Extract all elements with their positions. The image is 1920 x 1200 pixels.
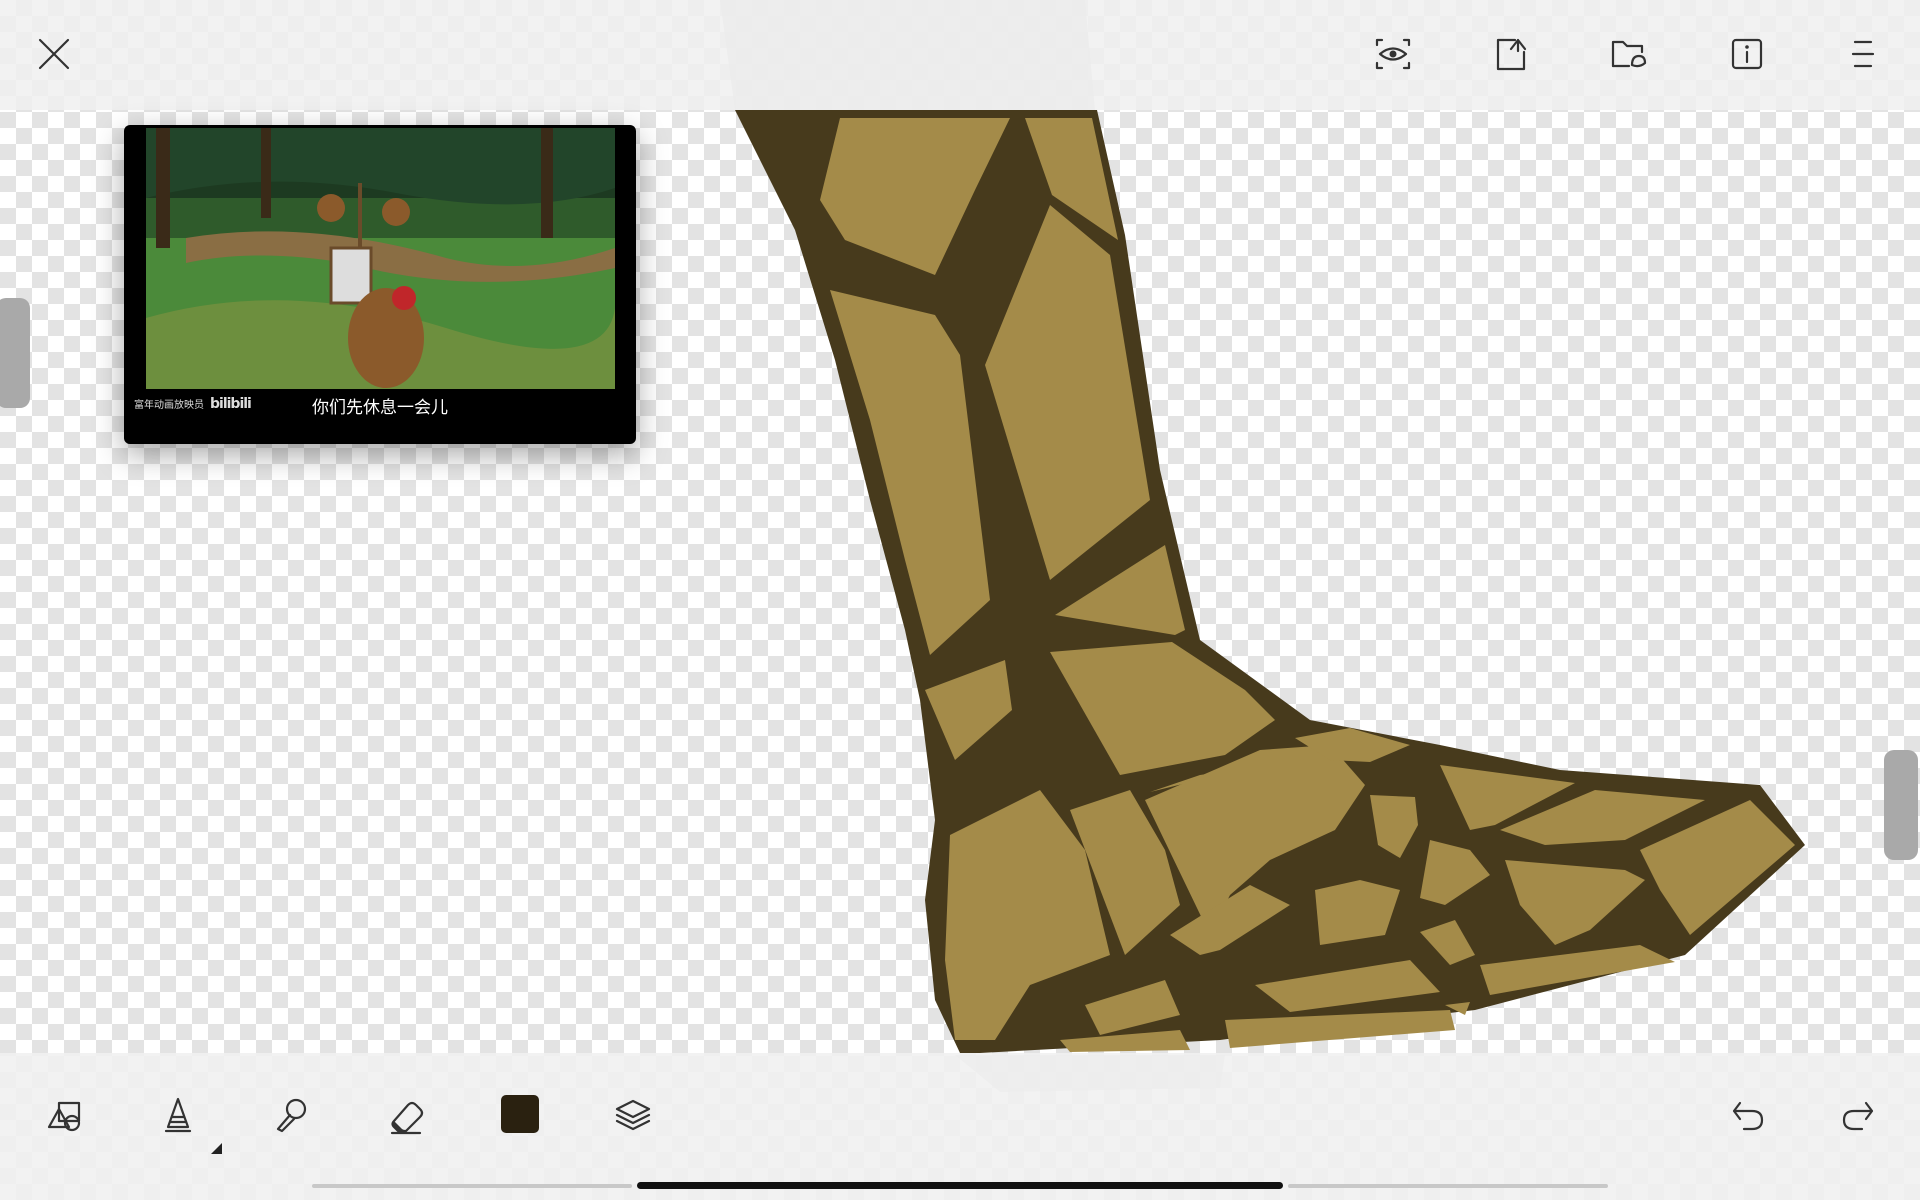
eye-scan-icon[interactable]: [1363, 24, 1423, 84]
home-indicator[interactable]: [637, 1182, 1283, 1189]
redo-icon[interactable]: [1828, 1085, 1888, 1145]
eraser-icon[interactable]: [376, 1085, 436, 1145]
menu-icon[interactable]: [1833, 24, 1893, 84]
shapes-icon[interactable]: [34, 1085, 94, 1145]
video-frame: [146, 128, 615, 389]
smudge-icon[interactable]: [262, 1085, 322, 1145]
brush-icon[interactable]: [148, 1085, 208, 1145]
reference-video-window[interactable]: 富年动画放映员 bilibili 你们先休息一会儿: [124, 125, 636, 444]
info-icon[interactable]: [1717, 24, 1777, 84]
current-color-swatch[interactable]: [501, 1095, 539, 1133]
undo-icon[interactable]: [1718, 1085, 1778, 1145]
video-subtitle: 你们先休息一会儿: [312, 398, 448, 418]
scroll-track-left: [312, 1184, 632, 1188]
right-sidebar-handle[interactable]: [1884, 750, 1918, 860]
close-icon[interactable]: [24, 24, 84, 84]
scroll-track-right: [1288, 1184, 1608, 1188]
left-sidebar-handle[interactable]: [0, 298, 30, 408]
folder-icon[interactable]: [1598, 24, 1658, 84]
import-image-icon[interactable]: [1481, 24, 1541, 84]
armored-leg-artwork: [735, 110, 1805, 1053]
layers-icon[interactable]: [603, 1085, 663, 1145]
brush-options-indicator[interactable]: [211, 1143, 222, 1154]
